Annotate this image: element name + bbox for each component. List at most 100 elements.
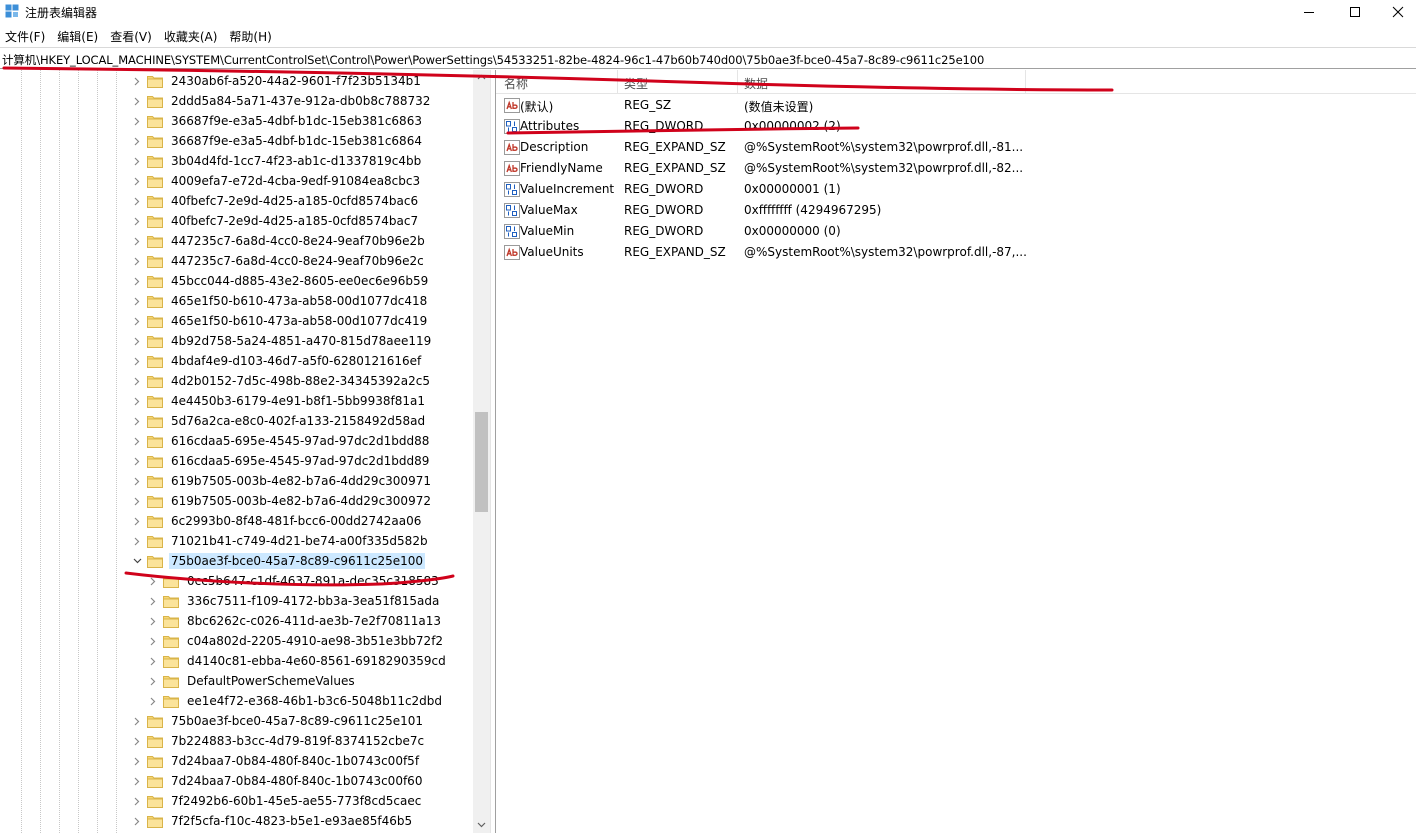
tree-item[interactable]: 616cdaa5-695e-4545-97ad-97dc2d1bdd89 xyxy=(132,451,431,471)
menu-edit[interactable]: 编辑(E) xyxy=(52,26,104,46)
chevron-right-icon[interactable] xyxy=(132,171,142,191)
value-row[interactable]: ValueIncrement REG_DWORD 0x00000001 (1) xyxy=(496,179,1416,200)
tree-item[interactable]: 4bdaf4e9-d103-46d7-a5f0-6280121616ef xyxy=(132,351,423,371)
key-tree[interactable]: 2430ab6f-a520-44a2-9601-f7f23b5134b1 2ddd… xyxy=(0,70,490,833)
scroll-thumb[interactable] xyxy=(475,412,488,512)
column-data-header[interactable]: 数据 xyxy=(744,75,768,92)
chevron-right-icon[interactable] xyxy=(132,231,142,251)
tree-scrollbar[interactable] xyxy=(473,70,490,833)
tree-item[interactable]: 4b92d758-5a24-4851-a470-815d78aee119 xyxy=(132,331,433,351)
chevron-right-icon[interactable] xyxy=(132,711,142,731)
value-row[interactable]: (默认) REG_SZ (数值未设置) xyxy=(496,95,1416,116)
tree-item[interactable]: 2430ab6f-a520-44a2-9601-f7f23b5134b1 xyxy=(132,71,423,91)
chevron-right-icon[interactable] xyxy=(132,731,142,751)
tree-item[interactable]: 7f2492b6-60b1-45e5-ae55-773f8cd5caec xyxy=(132,791,423,811)
values-list[interactable]: 名称 类型 数据 (默认) REG_SZ (数值未设置) Attributes REG_… xyxy=(496,70,1416,833)
tree-item[interactable]: 45bcc044-d885-43e2-8605-ee0ec6e96b59 xyxy=(132,271,430,291)
chevron-right-icon[interactable] xyxy=(148,691,158,711)
scroll-down-icon[interactable] xyxy=(477,822,486,828)
maximize-button[interactable] xyxy=(1332,0,1378,24)
chevron-right-icon[interactable] xyxy=(148,571,158,591)
value-row[interactable]: Description REG_EXPAND_SZ @%SystemRoot%\sy… xyxy=(496,137,1416,158)
tree-item[interactable]: 71021b41-c749-4d21-be74-a00f335d582b xyxy=(132,531,430,551)
address-bar[interactable]: 计算机\HKEY_LOCAL_MACHINE\SYSTEM\CurrentCon… xyxy=(0,47,1416,69)
chevron-right-icon[interactable] xyxy=(132,151,142,171)
tree-item[interactable]: 75b0ae3f-bce0-45a7-8c89-c9611c25e101 xyxy=(132,711,425,731)
tree-item[interactable]: 7d24baa7-0b84-480f-840c-1b0743c00f5f xyxy=(132,751,421,771)
chevron-right-icon[interactable] xyxy=(132,111,142,131)
chevron-right-icon[interactable] xyxy=(132,271,142,291)
tree-item[interactable]: 7f2f5cfa-f10c-4823-b5e1-e93ae85f46b5 xyxy=(132,811,414,831)
tree-item[interactable]: 4009efa7-e72d-4cba-9edf-91084ea8cbc3 xyxy=(132,171,422,191)
chevron-right-icon[interactable] xyxy=(132,191,142,211)
chevron-right-icon[interactable] xyxy=(148,611,158,631)
chevron-right-icon[interactable] xyxy=(132,491,142,511)
tree-item[interactable]: 4d2b0152-7d5c-498b-88e2-34345392a2c5 xyxy=(132,371,432,391)
tree-item[interactable]: 6c2993b0-8f48-481f-bcc6-00dd2742aa06 xyxy=(132,511,423,531)
chevron-right-icon[interactable] xyxy=(132,391,142,411)
chevron-right-icon[interactable] xyxy=(132,331,142,351)
column-name-header[interactable]: 名称 xyxy=(504,75,528,92)
tree-item[interactable]: 8bc6262c-c026-411d-ae3b-7e2f70811a13 xyxy=(148,611,443,631)
close-button[interactable] xyxy=(1375,0,1416,24)
tree-item[interactable]: 465e1f50-b610-473a-ab58-00d1077dc419 xyxy=(132,311,429,331)
tree-item[interactable]: 3b04d4fd-1cc7-4f23-ab1c-d1337819c4bb xyxy=(132,151,423,171)
chevron-right-icon[interactable] xyxy=(132,351,142,371)
tree-item[interactable]: 7b224883-b3cc-4d79-819f-8374152cbe7c xyxy=(132,731,426,751)
chevron-right-icon[interactable] xyxy=(132,411,142,431)
chevron-right-icon[interactable] xyxy=(132,91,142,111)
chevron-right-icon[interactable] xyxy=(132,531,142,551)
tree-item[interactable]: ee1e4f72-e368-46b1-b3c6-5048b11c2dbd xyxy=(148,691,444,711)
tree-item[interactable]: 447235c7-6a8d-4cc0-8e24-9eaf70b96e2c xyxy=(132,251,426,271)
column-type-header[interactable]: 类型 xyxy=(624,75,648,92)
chevron-right-icon[interactable] xyxy=(132,131,142,151)
column-separator[interactable] xyxy=(1025,70,1026,94)
chevron-right-icon[interactable] xyxy=(132,771,142,791)
tree-item[interactable]: 619b7505-003b-4e82-b7a6-4dd29c300972 xyxy=(132,491,433,511)
chevron-right-icon[interactable] xyxy=(132,291,142,311)
value-row[interactable]: FriendlyName REG_EXPAND_SZ @%SystemRoot%\s… xyxy=(496,158,1416,179)
tree-item[interactable]: d4140c81-ebba-4e60-8561-6918290359cd xyxy=(148,651,448,671)
tree-item[interactable]: 4e4450b3-6179-4e91-b8f1-5bb9938f81a1 xyxy=(132,391,427,411)
value-row[interactable]: ValueUnits REG_EXPAND_SZ @%SystemRoot%\sys… xyxy=(496,242,1416,263)
tree-item[interactable]: DefaultPowerSchemeValues xyxy=(148,671,357,691)
column-separator[interactable] xyxy=(737,70,738,94)
tree-item[interactable]: 336c7511-f109-4172-bb3a-3ea51f815ada xyxy=(148,591,441,611)
tree-item[interactable]: 7d24baa7-0b84-480f-840c-1b0743c00f60 xyxy=(132,771,424,791)
menu-help[interactable]: 帮助(H) xyxy=(224,26,277,46)
chevron-down-icon[interactable] xyxy=(132,551,142,571)
tree-item[interactable]: 36687f9e-e3a5-4dbf-b1dc-15eb381c6863 xyxy=(132,111,424,131)
chevron-right-icon[interactable] xyxy=(132,751,142,771)
chevron-right-icon[interactable] xyxy=(148,631,158,651)
tree-item[interactable]: 0cc5b647-c1df-4637-891a-dec35c318583 xyxy=(148,571,441,591)
tree-item[interactable]: 619b7505-003b-4e82-b7a6-4dd29c300971 xyxy=(132,471,433,491)
tree-item[interactable]: 616cdaa5-695e-4545-97ad-97dc2d1bdd88 xyxy=(132,431,431,451)
scroll-up-icon[interactable] xyxy=(477,74,486,80)
menu-view[interactable]: 查看(V) xyxy=(105,26,158,46)
chevron-right-icon[interactable] xyxy=(132,791,142,811)
chevron-right-icon[interactable] xyxy=(132,311,142,331)
chevron-right-icon[interactable] xyxy=(132,211,142,231)
tree-item[interactable]: 75b0ae3f-bce0-45a7-8c89-c9611c25e100 xyxy=(132,551,426,571)
tree-item[interactable]: 465e1f50-b610-473a-ab58-00d1077dc418 xyxy=(132,291,429,311)
tree-item[interactable]: 40fbefc7-2e9d-4d25-a185-0cfd8574bac7 xyxy=(132,211,420,231)
tree-item[interactable]: 5d76a2ca-e8c0-402f-a133-2158492d58ad xyxy=(132,411,427,431)
chevron-right-icon[interactable] xyxy=(132,251,142,271)
address-path[interactable]: 计算机\HKEY_LOCAL_MACHINE\SYSTEM\CurrentCon… xyxy=(2,52,984,68)
tree-item[interactable]: 40fbefc7-2e9d-4d25-a185-0cfd8574bac6 xyxy=(132,191,420,211)
chevron-right-icon[interactable] xyxy=(132,511,142,531)
chevron-right-icon[interactable] xyxy=(148,591,158,611)
tree-item[interactable]: 2ddd5a84-5a71-437e-912a-db0b8c788732 xyxy=(132,91,432,111)
menu-favorites[interactable]: 收藏夹(A) xyxy=(159,26,224,46)
chevron-right-icon[interactable] xyxy=(132,451,142,471)
value-row[interactable]: ValueMax REG_DWORD 0xffffffff (4294967295) xyxy=(496,200,1416,221)
chevron-right-icon[interactable] xyxy=(148,671,158,691)
value-row[interactable]: ValueMin REG_DWORD 0x00000000 (0) xyxy=(496,221,1416,242)
tree-item[interactable]: c04a802d-2205-4910-ae98-3b51e3bb72f2 xyxy=(148,631,445,651)
chevron-right-icon[interactable] xyxy=(148,651,158,671)
chevron-right-icon[interactable] xyxy=(132,371,142,391)
tree-item[interactable]: 36687f9e-e3a5-4dbf-b1dc-15eb381c6864 xyxy=(132,131,424,151)
tree-item[interactable]: 447235c7-6a8d-4cc0-8e24-9eaf70b96e2b xyxy=(132,231,427,251)
chevron-right-icon[interactable] xyxy=(132,471,142,491)
chevron-right-icon[interactable] xyxy=(132,71,142,91)
